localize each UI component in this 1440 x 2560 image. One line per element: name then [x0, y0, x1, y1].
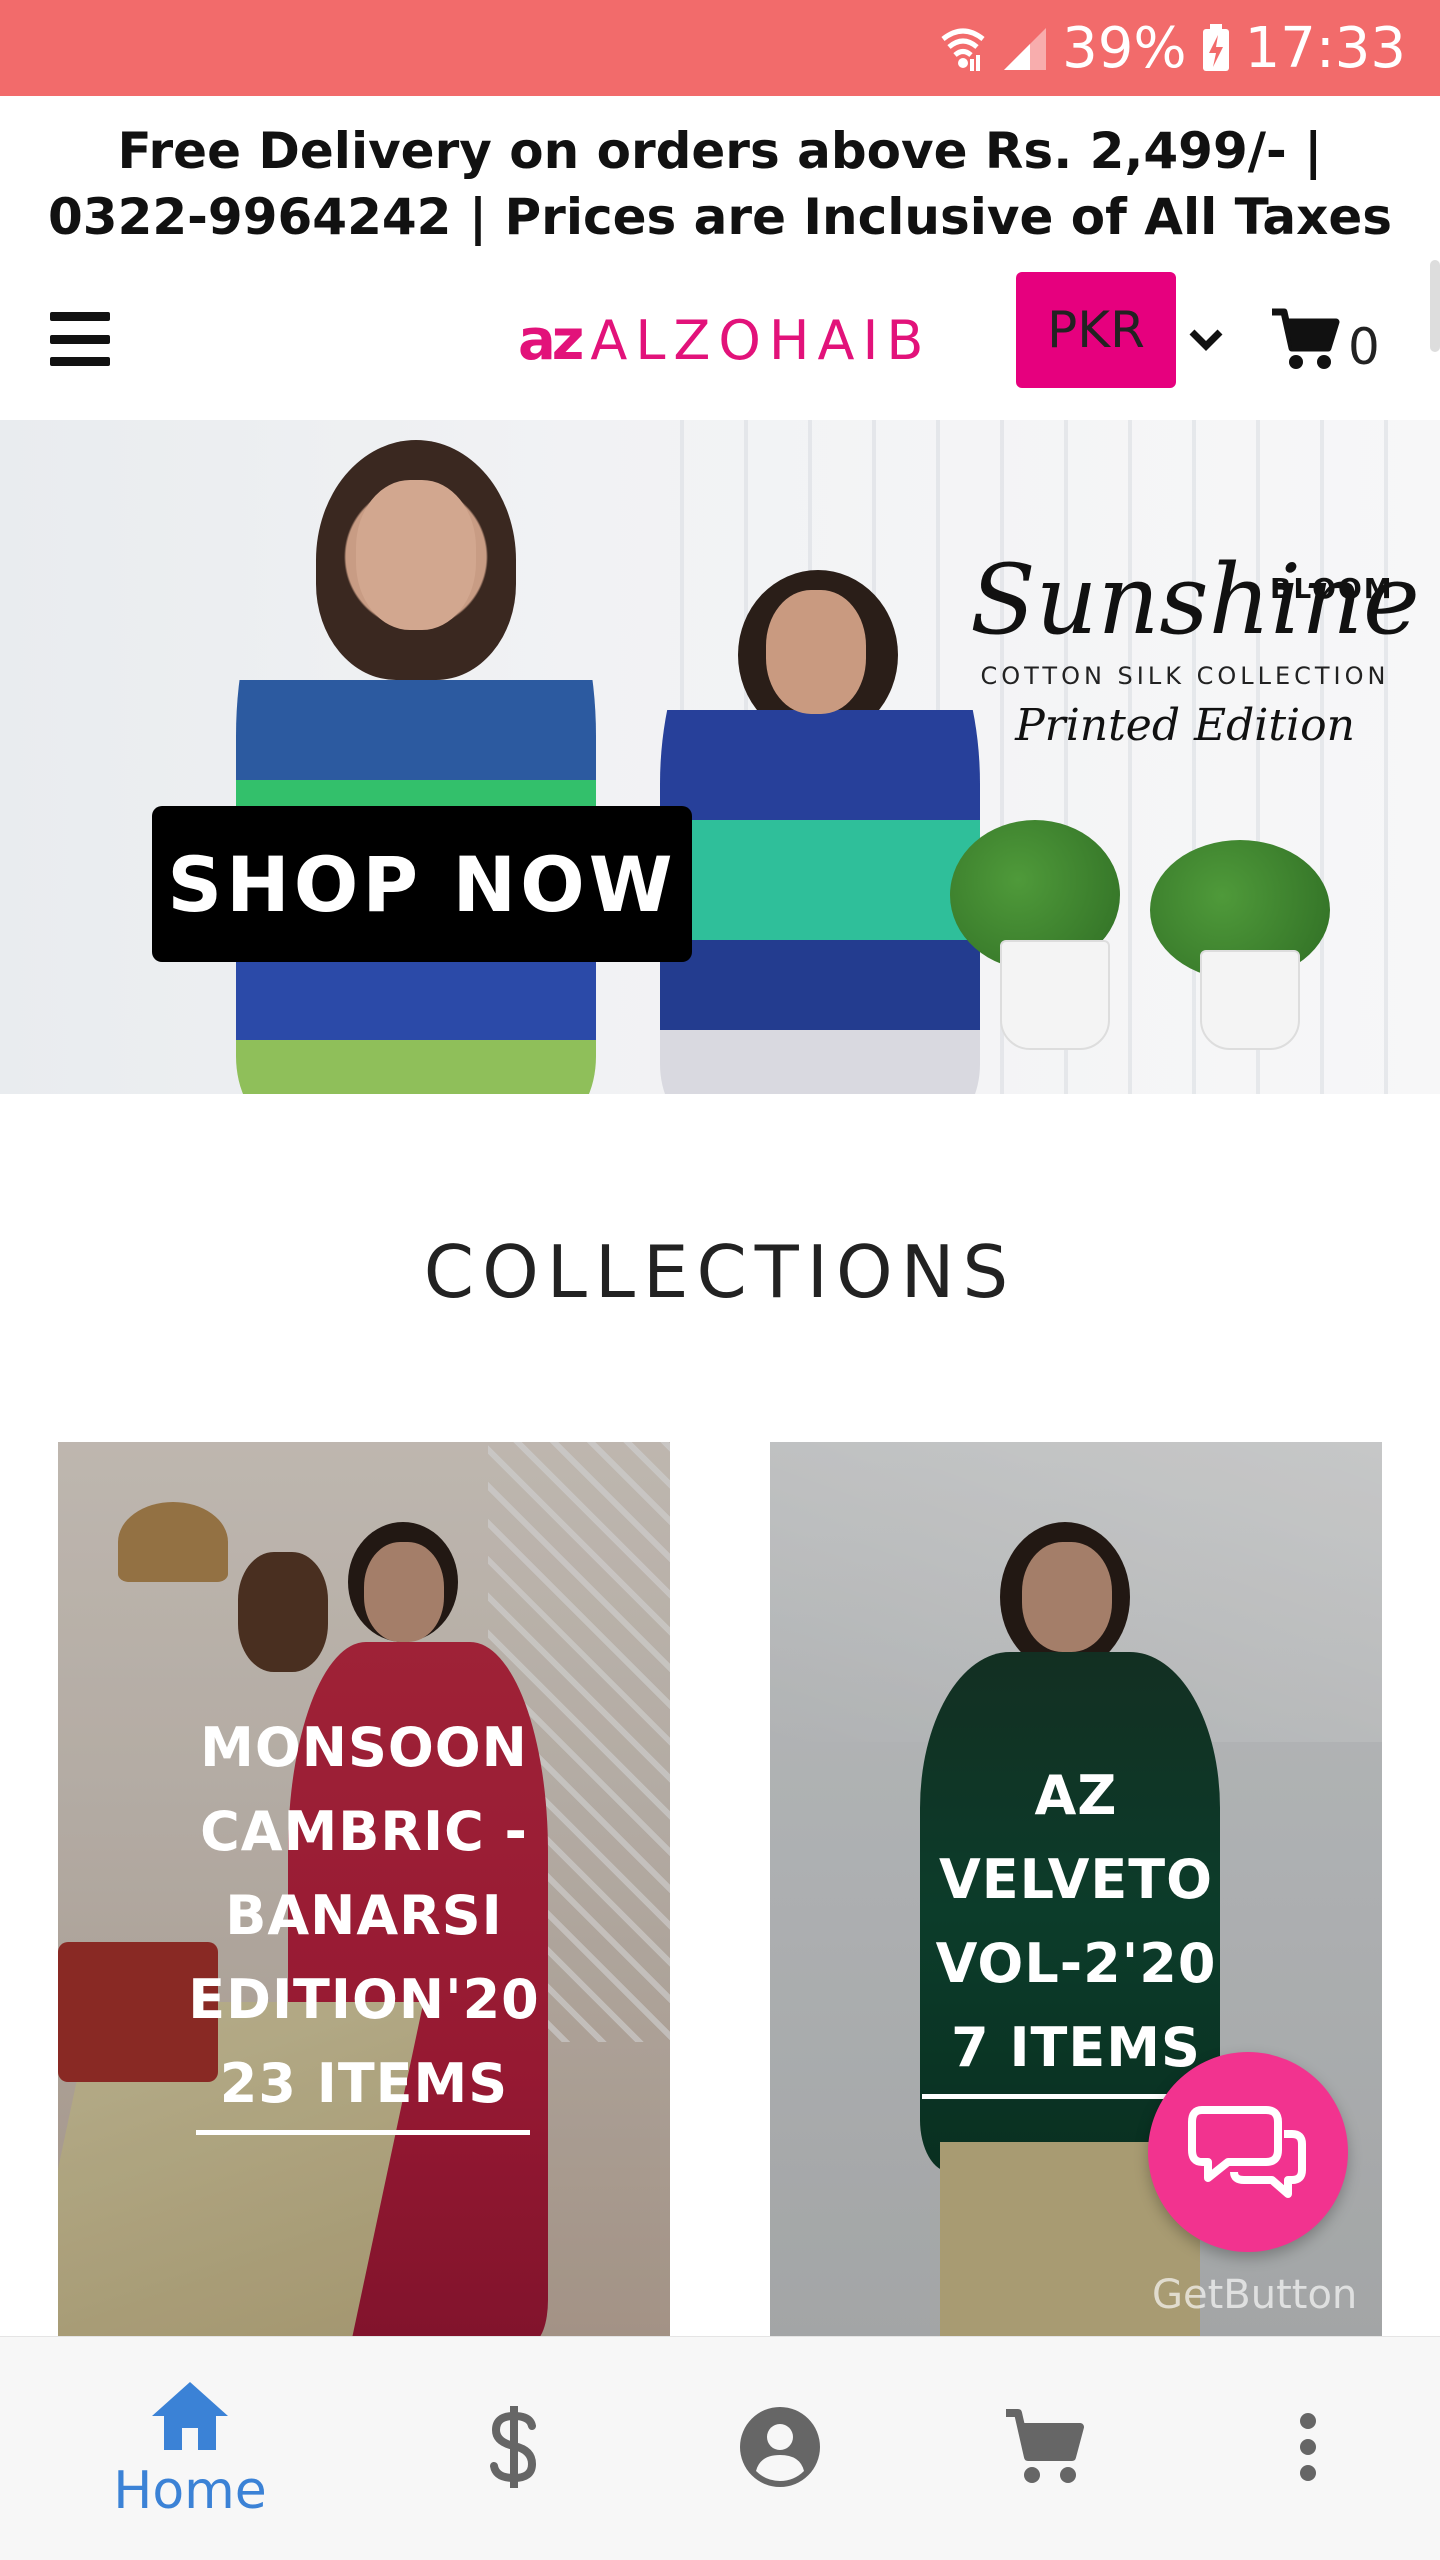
cellular-signal-icon	[1000, 24, 1048, 72]
collection-underline	[196, 2130, 530, 2135]
wifi-icon	[940, 23, 986, 73]
nav-prices[interactable]	[414, 2337, 614, 2560]
logo-mark: az	[518, 307, 584, 373]
home-icon	[148, 2378, 232, 2457]
model-face	[356, 480, 476, 630]
chat-bubbles-icon	[1188, 2100, 1308, 2205]
section-title: COLLECTIONS	[423, 1230, 1017, 1314]
getbutton-watermark: GetButton	[1152, 2272, 1358, 2318]
hero-brand: Sunshine COTTON SILK COLLECTION Printed …	[970, 544, 1420, 751]
nav-cart[interactable]	[944, 2337, 1144, 2560]
hero-banner[interactable]: BLOOM Sunshine COTTON SILK COLLECTION Pr…	[0, 420, 1440, 1094]
bottom-navigation: Home	[0, 2336, 1440, 2560]
cart-icon	[1002, 2405, 1086, 2494]
dollar-icon	[486, 2405, 542, 2493]
hero-edition: Printed Edition	[1015, 700, 1355, 751]
nav-home-label: Home	[113, 2460, 267, 2521]
chat-button[interactable]	[1148, 2052, 1348, 2252]
menu-icon[interactable]	[50, 312, 110, 366]
nav-more[interactable]	[1208, 2337, 1408, 2560]
currency-selector[interactable]: PKR	[1016, 272, 1176, 388]
battery-percent: 39%	[1062, 15, 1187, 81]
status-bar: 39% 17:33	[0, 0, 1440, 96]
more-vertical-icon	[1296, 2411, 1320, 2488]
collection-title: AZ VELVETO VOL-2'20 7 ITEMS	[935, 1764, 1217, 2079]
promo-banner-text: Free Delivery on orders above Rs. 2,499/…	[48, 122, 1392, 246]
cart-icon[interactable]	[1270, 304, 1340, 374]
cart-count: 0	[1348, 318, 1380, 376]
collection-card[interactable]: MONSOON CAMBRIC - BANARSI EDITION'20 23 …	[58, 1442, 670, 2336]
nav-home[interactable]: Home	[90, 2337, 290, 2560]
scrollbar[interactable]	[1430, 260, 1440, 352]
chevron-down-icon[interactable]	[1186, 320, 1226, 360]
clock: 17:33	[1244, 15, 1406, 81]
site-header: az ALZOHAIB PKR 0	[0, 260, 1440, 420]
logo-text: ALZOHAIB	[590, 308, 932, 372]
model-face	[766, 590, 866, 714]
hero-title: Sunshine	[970, 544, 1420, 656]
brand-logo[interactable]: az ALZOHAIB	[518, 304, 931, 376]
collection-title: MONSOON CAMBRIC - BANARSI EDITION'20 23 …	[188, 1716, 540, 2115]
hero-subtitle: COTTON SILK COLLECTION	[980, 662, 1390, 690]
shop-now-button[interactable]: SHOP NOW	[152, 806, 692, 962]
account-icon	[738, 2405, 822, 2494]
nav-account[interactable]	[680, 2337, 880, 2560]
battery-charging-icon	[1201, 23, 1231, 73]
status-indicators: 39% 17:33	[940, 15, 1406, 81]
